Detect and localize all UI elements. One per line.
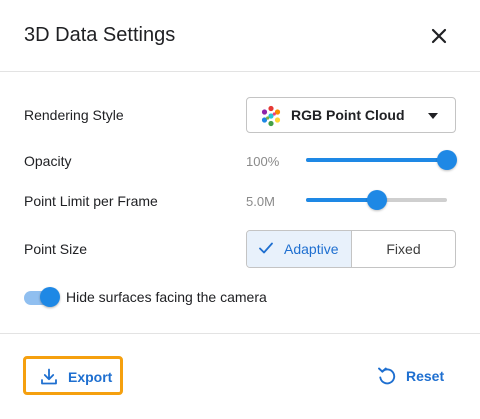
hide-surfaces-toggle[interactable] <box>24 287 60 307</box>
download-icon <box>41 368 57 385</box>
opacity-value: 100% <box>246 154 280 169</box>
toggle-thumb <box>40 287 60 307</box>
opacity-label: Opacity <box>24 153 72 169</box>
point-size-segmented-control: Adaptive Fixed <box>246 230 456 268</box>
point-size-adaptive-button[interactable]: Adaptive <box>247 231 352 267</box>
dialog-title: 3D Data Settings <box>24 24 176 46</box>
point-limit-label: Point Limit per Frame <box>24 193 158 209</box>
opacity-slider-thumb[interactable] <box>437 150 457 170</box>
reset-icon <box>378 367 396 385</box>
check-icon <box>259 242 273 254</box>
rendering-style-label: Rendering Style <box>24 107 124 123</box>
close-icon <box>431 28 447 44</box>
hide-surfaces-label: Hide surfaces facing the camera <box>66 289 267 305</box>
footer-divider <box>0 333 480 334</box>
point-limit-slider[interactable] <box>306 190 447 210</box>
dialog-header: 3D Data Settings <box>0 0 480 72</box>
reset-label: Reset <box>406 368 445 384</box>
point-size-label: Point Size <box>24 241 88 257</box>
opacity-slider[interactable] <box>306 150 457 170</box>
point-size-fixed-button[interactable]: Fixed <box>352 231 455 267</box>
point-limit-slider-thumb[interactable] <box>367 190 387 210</box>
rgb-cube-icon <box>261 105 281 127</box>
export-button[interactable]: Export <box>23 356 123 395</box>
reset-button[interactable]: Reset <box>374 362 454 390</box>
point-limit-value: 5.0M <box>246 194 275 209</box>
export-label: Export <box>68 369 113 385</box>
settings-dialog: 3D Data Settings Rendering Style RGB Poi… <box>0 0 480 419</box>
fixed-label: Fixed <box>386 241 421 257</box>
opacity-slider-fill <box>306 158 447 162</box>
close-button[interactable] <box>426 23 452 49</box>
chevron-down-icon <box>428 113 438 119</box>
adaptive-label: Adaptive <box>284 241 339 257</box>
rendering-style-select[interactable]: RGB Point Cloud <box>246 97 456 133</box>
rendering-style-value: RGB Point Cloud <box>291 107 405 123</box>
